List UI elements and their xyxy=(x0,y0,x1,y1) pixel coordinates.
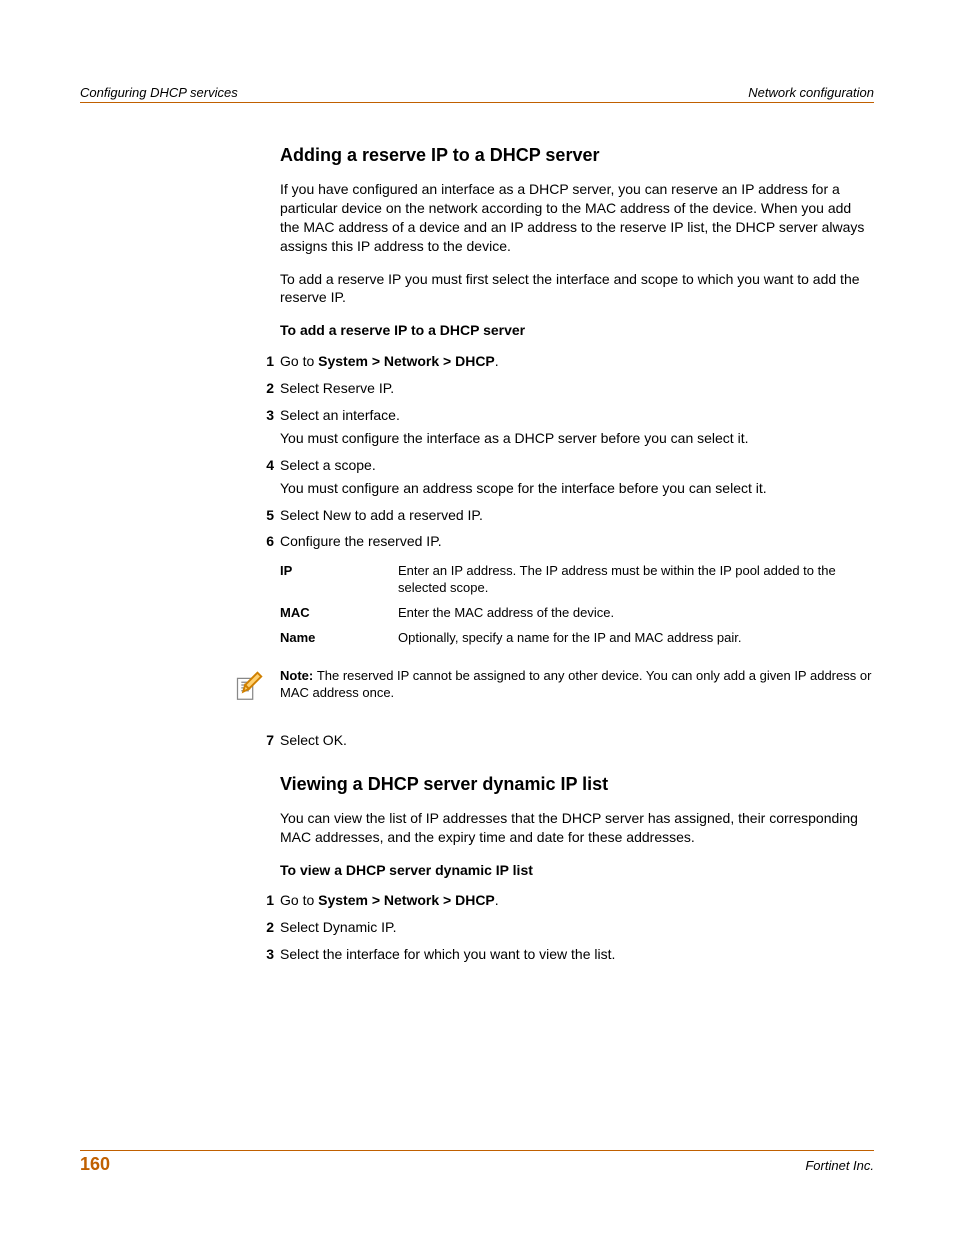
step: 6 Configure the reserved IP. xyxy=(280,532,874,551)
step-number: 2 xyxy=(244,379,274,398)
field-definitions-table: IP Enter an IP address. The IP address m… xyxy=(280,559,874,651)
page: Configuring DHCP services Network config… xyxy=(0,0,954,1235)
step-number: 1 xyxy=(244,352,274,371)
step-text: Select the interface for which you want … xyxy=(280,946,615,962)
menu-path: System > Network > DHCP xyxy=(318,892,495,908)
note-block: Note: The reserved IP cannot be assigned… xyxy=(232,667,874,709)
section-heading-1: Adding a reserve IP to a DHCP server xyxy=(280,145,874,166)
step: 2 Select Reserve IP. xyxy=(280,379,874,398)
page-footer: 160 Fortinet Inc. xyxy=(80,1150,874,1175)
procedure-steps-1: 1 Go to System > Network > DHCP. 2 Selec… xyxy=(280,352,874,551)
step-number: 3 xyxy=(244,945,274,964)
step-number: 2 xyxy=(244,918,274,937)
procedure-heading: To view a DHCP server dynamic IP list xyxy=(280,861,874,880)
field-value: Optionally, specify a name for the IP an… xyxy=(398,626,874,651)
step-text: Select a scope. xyxy=(280,457,376,473)
step-subtext: You must configure the interface as a DH… xyxy=(280,429,874,448)
field-value: Enter an IP address. The IP address must… xyxy=(398,559,874,601)
table-row: MAC Enter the MAC address of the device. xyxy=(280,601,874,626)
step: 1 Go to System > Network > DHCP. xyxy=(280,891,874,910)
procedure-heading: To add a reserve IP to a DHCP server xyxy=(280,321,874,340)
field-key: MAC xyxy=(280,601,398,626)
procedure-steps-1-cont: 7 Select OK. xyxy=(280,731,874,750)
procedure-steps-2: 1 Go to System > Network > DHCP. 2 Selec… xyxy=(280,891,874,964)
note-icon xyxy=(228,667,266,705)
field-key: IP xyxy=(280,559,398,601)
table-row: IP Enter an IP address. The IP address m… xyxy=(280,559,874,601)
field-key: Name xyxy=(280,626,398,651)
section-heading-2: Viewing a DHCP server dynamic IP list xyxy=(280,774,874,795)
step: 5 Select New to add a reserved IP. xyxy=(280,506,874,525)
main-content: Adding a reserve IP to a DHCP server If … xyxy=(280,145,874,964)
step-number: 1 xyxy=(244,891,274,910)
note-label: Note: xyxy=(280,668,317,683)
field-value: Enter the MAC address of the device. xyxy=(398,601,874,626)
step-number: 4 xyxy=(244,456,274,475)
step-text: Go to xyxy=(280,353,318,369)
step-text: Configure the reserved IP. xyxy=(280,533,442,549)
step: 1 Go to System > Network > DHCP. xyxy=(280,352,874,371)
step: 3 Select an interface. You must configur… xyxy=(280,406,874,448)
paragraph: If you have configured an interface as a… xyxy=(280,180,874,256)
step: 2 Select Dynamic IP. xyxy=(280,918,874,937)
step-text: Select Dynamic IP. xyxy=(280,919,396,935)
footer-company: Fortinet Inc. xyxy=(805,1158,874,1173)
step: 4 Select a scope. You must configure an … xyxy=(280,456,874,498)
table-row: Name Optionally, specify a name for the … xyxy=(280,626,874,651)
step-text: Select New to add a reserved IP. xyxy=(280,507,483,523)
step-text: . xyxy=(495,892,499,908)
step-text: Select OK. xyxy=(280,732,347,748)
paragraph: You can view the list of IP addresses th… xyxy=(280,809,874,847)
step-number: 5 xyxy=(244,506,274,525)
step-text: Go to xyxy=(280,892,318,908)
header-right: Network configuration xyxy=(748,85,874,100)
step: 7 Select OK. xyxy=(280,731,874,750)
step-number: 6 xyxy=(244,532,274,551)
running-header: Configuring DHCP services Network config… xyxy=(80,85,874,103)
step-number: 7 xyxy=(244,731,274,750)
note-text: The reserved IP cannot be assigned to an… xyxy=(280,668,871,701)
step-subtext: You must configure an address scope for … xyxy=(280,479,874,498)
paragraph: To add a reserve IP you must first selec… xyxy=(280,270,874,308)
menu-path: System > Network > DHCP xyxy=(318,353,495,369)
step-text: . xyxy=(495,353,499,369)
step-number: 3 xyxy=(244,406,274,425)
page-number: 160 xyxy=(80,1154,110,1175)
step: 3 Select the interface for which you wan… xyxy=(280,945,874,964)
step-text: Select Reserve IP. xyxy=(280,380,394,396)
header-left: Configuring DHCP services xyxy=(80,85,238,100)
step-text: Select an interface. xyxy=(280,407,400,423)
